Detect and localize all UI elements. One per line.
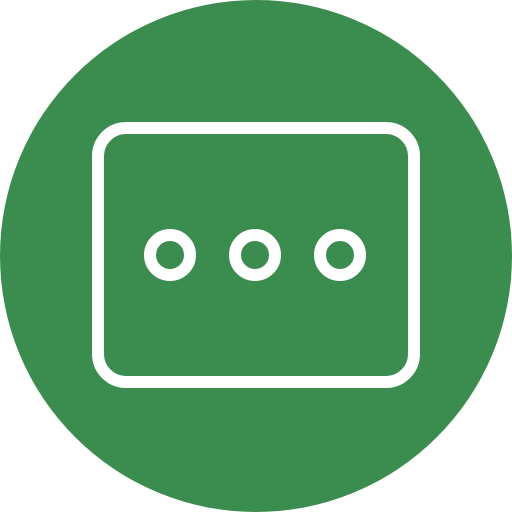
icon-canvas <box>0 0 512 512</box>
badge-circle <box>0 0 512 512</box>
more-options-icon <box>0 0 512 512</box>
